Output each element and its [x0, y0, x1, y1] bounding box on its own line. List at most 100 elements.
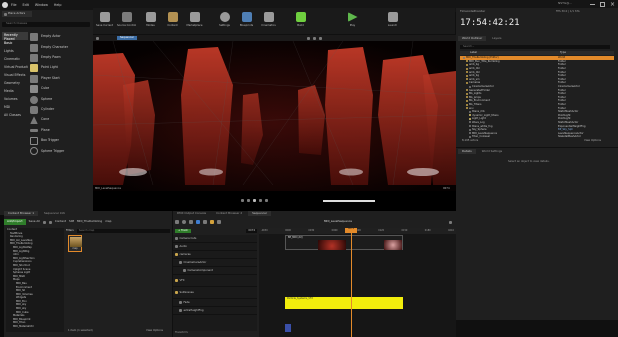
- source-control-button[interactable]: Source Control: [117, 10, 136, 30]
- actor-item[interactable]: Cone: [30, 115, 90, 125]
- minimize-icon[interactable]: [590, 4, 595, 5]
- track-row[interactable]: Audio: [173, 243, 257, 251]
- path-crumb[interactable]: map: [105, 219, 111, 223]
- asset-tile[interactable]: map: [68, 235, 82, 252]
- fade-clip[interactable]: [285, 324, 291, 332]
- menu-edit[interactable]: Edit: [23, 3, 29, 8]
- marketplace-button[interactable]: Marketplace: [185, 10, 204, 30]
- nav-forward-icon[interactable]: [48, 220, 52, 224]
- track-row[interactable]: Fade: [173, 299, 257, 307]
- play-button[interactable]: Play: [343, 10, 362, 30]
- settings-icon[interactable]: [203, 220, 207, 224]
- filters-button[interactable]: Filters: [66, 229, 74, 232]
- frame-field[interactable]: 0074: [246, 229, 257, 233]
- tab-content-browser-2[interactable]: Content Browser 2: [212, 211, 246, 216]
- category-media[interactable]: Media: [2, 88, 28, 96]
- build-button[interactable]: Build: [291, 10, 310, 30]
- track-row[interactable]: CameraComponent: [173, 267, 257, 275]
- skip-back-icon[interactable]: [241, 199, 244, 202]
- camera-cut-clip[interactable]: BP_MDI [All]: [285, 235, 403, 250]
- modes-button[interactable]: Modes: [141, 10, 160, 30]
- tab-world-settings[interactable]: World Settings: [478, 149, 506, 154]
- actor-item[interactable]: Sphere: [30, 94, 90, 104]
- tab-content-browser-1[interactable]: Content Browser 1: [4, 211, 39, 217]
- place-actors-tab[interactable]: Place Actors: [2, 11, 32, 17]
- actor-item[interactable]: Point Light: [30, 63, 90, 73]
- search-icon[interactable]: [182, 220, 186, 224]
- actor-item[interactable]: Empty Pawn: [30, 53, 90, 63]
- category-mdi[interactable]: MDI: [2, 104, 28, 112]
- content-view-options[interactable]: View Options: [146, 329, 163, 332]
- viewport[interactable]: Sequencer MDI_LevelSequence 0074: [93, 35, 456, 211]
- blueprints-button[interactable]: Blueprints: [237, 10, 256, 30]
- path-crumb[interactable]: Content: [55, 219, 66, 223]
- path-crumb[interactable]: SIM: [69, 219, 74, 223]
- menu-file[interactable]: File: [11, 3, 17, 8]
- category-recently-placed[interactable]: Recently Placed: [2, 32, 28, 41]
- add-import-button[interactable]: Add/Import: [4, 219, 26, 225]
- lock-icon[interactable]: [449, 220, 452, 224]
- tab-sequencer-info[interactable]: Sequencer Info: [40, 211, 69, 216]
- launch-button[interactable]: Launch: [383, 10, 402, 30]
- category-cinematic[interactable]: Cinematic: [2, 56, 28, 64]
- tree-item[interactable]: MDI_MaterialUtil: [6, 325, 64, 329]
- track-row[interactable]: SubScenes: [173, 287, 257, 299]
- step-forward-icon[interactable]: [259, 199, 262, 202]
- actor-item[interactable]: Cube: [30, 84, 90, 94]
- outliner-search-input[interactable]: Search...: [460, 45, 610, 49]
- tab-world-outliner[interactable]: World Outliner: [458, 36, 487, 42]
- path-crumb[interactable]: MDI_TheRumbling: [77, 219, 102, 223]
- category-all-classes[interactable]: All Classes: [2, 112, 28, 120]
- add-track-button[interactable]: + Track: [175, 229, 191, 233]
- actor-item[interactable]: Sphere Trigger: [30, 146, 90, 156]
- cinematics-button[interactable]: Cinematics: [259, 10, 278, 30]
- playhead[interactable]: [351, 228, 352, 337]
- asset-search-input[interactable]: Search map: [76, 228, 170, 233]
- category-volumes[interactable]: Volumes: [2, 96, 28, 104]
- track-row[interactable]: Camera Cuts: [173, 235, 257, 243]
- actor-item[interactable]: Plane: [30, 126, 90, 136]
- actor-item[interactable]: Empty Character: [30, 42, 90, 52]
- menu-help[interactable]: Help: [54, 3, 62, 8]
- category-virtual-production[interactable]: Virtual Production: [2, 64, 28, 72]
- key-icon[interactable]: [210, 220, 214, 224]
- track-row[interactable]: CineCameraActor: [173, 259, 257, 267]
- tab-dmx-output-console[interactable]: DMX Output Console: [173, 211, 210, 216]
- tab-details[interactable]: Details: [458, 149, 476, 155]
- track-row[interactable]: extraHeightFog: [173, 307, 257, 315]
- viewport-scrub-bar[interactable]: [323, 200, 375, 202]
- col-label[interactable]: Label: [470, 51, 560, 54]
- camera-icon[interactable]: [189, 220, 193, 224]
- category-basic[interactable]: Basic: [2, 40, 28, 48]
- timeline-area[interactable]: -0030 0000 0030 0060 0090 0120 0150 0180…: [259, 228, 456, 337]
- skip-forward-icon[interactable]: [265, 199, 268, 202]
- nav-back-icon[interactable]: [42, 220, 46, 224]
- vfx-clip[interactable]: Particle_Systems_VFX: [285, 297, 403, 309]
- category-visual-effects[interactable]: Visual Effects: [2, 72, 28, 80]
- category-lights[interactable]: Lights: [2, 48, 28, 56]
- save-all-button[interactable]: Save All: [29, 219, 40, 223]
- save-current-button[interactable]: Save Current: [95, 10, 114, 30]
- category-geometry[interactable]: Geometry: [2, 80, 28, 88]
- actor-item[interactable]: Box Trigger: [30, 136, 90, 146]
- content-button[interactable]: Content: [163, 10, 182, 30]
- track-row[interactable]: cameras: [173, 251, 257, 259]
- play-icon[interactable]: [253, 199, 256, 202]
- playhead-marker[interactable]: 0074: [345, 228, 357, 233]
- step-back-icon[interactable]: [247, 199, 250, 202]
- settings-button[interactable]: Settings: [215, 10, 234, 30]
- tab-sequencer[interactable]: Sequencer: [248, 211, 272, 217]
- snap-icon[interactable]: [217, 220, 221, 224]
- maximize-icon[interactable]: [600, 2, 605, 7]
- save-icon[interactable]: [175, 220, 179, 224]
- col-type[interactable]: Type: [560, 51, 566, 54]
- menu-window[interactable]: Window: [35, 3, 48, 8]
- render-icon[interactable]: [196, 220, 200, 224]
- class-search-input[interactable]: Search Classes: [2, 21, 90, 27]
- actor-item[interactable]: Empty Actor: [30, 32, 90, 42]
- outliner-view-options[interactable]: View Options: [584, 139, 601, 142]
- actor-item[interactable]: Cylinder: [30, 105, 90, 115]
- track-row[interactable]: VFX: [173, 275, 257, 287]
- tab-layers[interactable]: Layers: [488, 36, 505, 41]
- timeline-ruler[interactable]: -0030 0000 0030 0060 0090 0120 0150 0180…: [259, 228, 456, 234]
